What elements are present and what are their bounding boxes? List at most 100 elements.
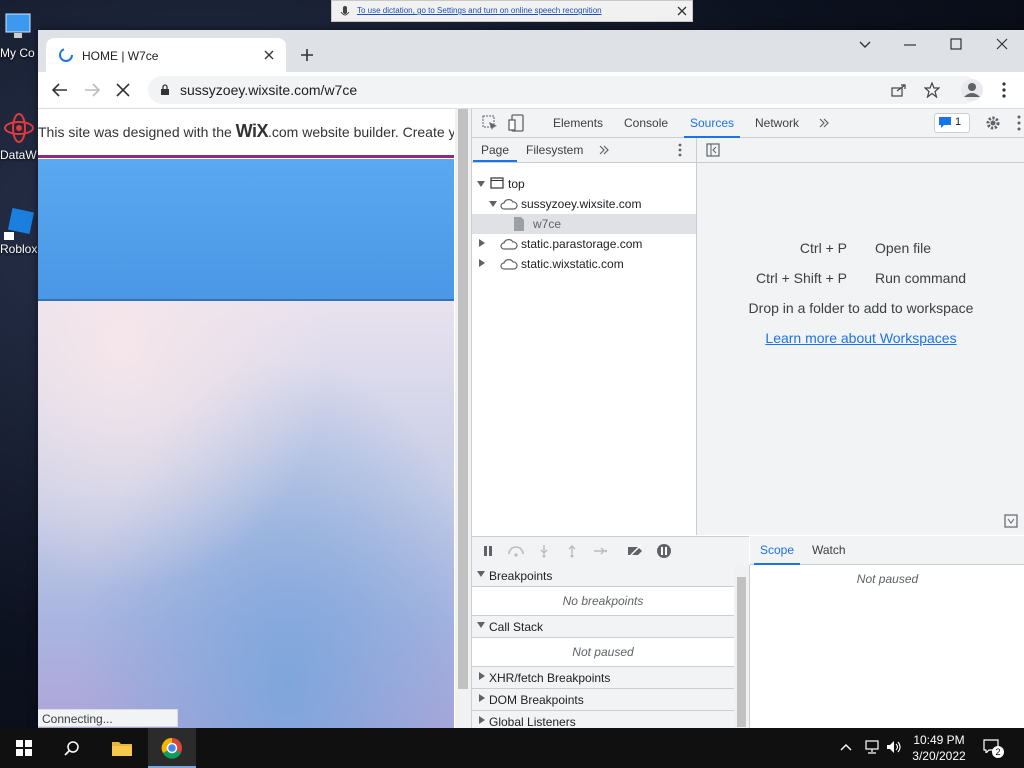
tab-scope[interactable]: Scope xyxy=(753,543,801,565)
network-icon[interactable] xyxy=(864,740,880,754)
tree-item-domain[interactable]: sussyzoey.wixsite.com xyxy=(472,194,696,214)
back-icon[interactable] xyxy=(52,83,68,97)
expand-arrow-icon[interactable] xyxy=(477,181,485,187)
pause-icon[interactable] xyxy=(482,545,494,557)
sources-navigator: Page Filesystem top sussyzoey.wixsite.co… xyxy=(472,138,697,535)
tree-label: top xyxy=(508,177,525,191)
tree-item-top[interactable]: top xyxy=(472,174,696,194)
scrollbar-thumb[interactable] xyxy=(737,577,746,727)
tree-item-domain[interactable]: static.parastorage.com xyxy=(472,234,696,254)
toggle-navigator-icon[interactable] xyxy=(706,143,720,157)
background-image xyxy=(38,301,454,728)
bookmark-star-icon[interactable] xyxy=(924,82,940,98)
empty-text: Not paused xyxy=(572,645,634,659)
microphone-icon xyxy=(340,6,350,16)
tree-label: sussyzoey.wixsite.com xyxy=(521,197,642,211)
tree-item-file[interactable]: w7ce xyxy=(472,214,696,234)
issues-badge[interactable]: 1 xyxy=(934,113,970,133)
expand-arrow-icon xyxy=(477,571,485,577)
browser-tab[interactable]: HOME | W7ce xyxy=(46,38,286,72)
device-toolbar-icon[interactable] xyxy=(508,114,524,132)
gear-icon[interactable] xyxy=(985,115,1001,131)
address-bar[interactable]: sussyzoey.wixsite.com/w7ce xyxy=(148,76,978,104)
step-into-icon[interactable] xyxy=(539,544,549,558)
tab-watch[interactable]: Watch xyxy=(812,543,846,557)
system-clock[interactable]: 10:49 PM 3/20/2022 xyxy=(900,732,978,764)
page-scrollbar[interactable] xyxy=(455,109,471,728)
shortcut-action: Run command xyxy=(875,270,967,286)
tree-item-domain[interactable]: static.wixstatic.com xyxy=(472,254,696,274)
deactivate-breakpoints-icon[interactable] xyxy=(626,544,644,558)
devtools-tabbar: Elements Console Sources Network 1 xyxy=(472,109,1024,138)
close-icon[interactable] xyxy=(676,5,688,17)
tab-network[interactable]: Network xyxy=(755,116,799,130)
action-center-button[interactable]: 2 xyxy=(980,736,1006,760)
more-tabs-icon[interactable] xyxy=(819,118,829,128)
forward-icon[interactable] xyxy=(84,83,100,97)
tab-console[interactable]: Console xyxy=(624,116,668,130)
tab-elements[interactable]: Elements xyxy=(553,116,603,130)
chrome-taskbar-button[interactable] xyxy=(148,728,196,768)
frame-icon xyxy=(490,177,504,189)
close-tab-icon[interactable] xyxy=(264,50,274,60)
sidebar-scrollbar[interactable] xyxy=(734,565,749,728)
browser-window: HOME | W7ce sussyzoey.wixsite.com/w7ce T… xyxy=(38,30,1024,728)
clock-date: 3/20/2022 xyxy=(912,749,966,763)
step-out-icon[interactable] xyxy=(567,544,577,558)
section-title: XHR/fetch Breakpoints xyxy=(489,671,611,685)
lock-icon xyxy=(161,84,169,95)
chevron-down-icon[interactable] xyxy=(858,40,872,50)
learn-workspaces-link[interactable]: Learn more about Workspaces xyxy=(765,330,956,346)
expand-arrow-icon[interactable] xyxy=(489,201,497,207)
issues-count: 1 xyxy=(955,116,962,128)
close-window-icon[interactable] xyxy=(996,38,1008,50)
minimize-icon[interactable] xyxy=(904,43,916,47)
tab-sources[interactable]: Sources xyxy=(683,116,741,138)
step-icon[interactable] xyxy=(593,545,607,557)
more-menu-icon[interactable] xyxy=(1001,82,1007,98)
search-icon xyxy=(64,741,79,756)
section-call-stack[interactable]: Call Stack xyxy=(472,616,734,638)
status-text: Connecting... xyxy=(42,712,113,726)
section-breakpoints[interactable]: Breakpoints xyxy=(472,565,734,587)
start-button[interactable] xyxy=(0,728,48,768)
tree-label: static.wixstatic.com xyxy=(521,257,624,271)
share-icon[interactable] xyxy=(891,83,907,97)
pause-on-exceptions-icon[interactable] xyxy=(656,543,672,559)
wix-ad-banner[interactable]: This site was designed with the WiX.com … xyxy=(38,109,454,155)
devtools-menu-icon[interactable] xyxy=(1017,115,1021,131)
section-xhr-breakpoints[interactable]: XHR/fetch Breakpoints xyxy=(472,667,734,689)
navigator-menu-icon[interactable] xyxy=(678,143,682,157)
stop-loading-icon[interactable] xyxy=(116,83,130,97)
toggle-debugger-icon[interactable] xyxy=(1004,514,1018,528)
profile-avatar-icon[interactable] xyxy=(960,78,984,102)
search-button[interactable] xyxy=(48,728,96,768)
scope-status: Not paused xyxy=(856,572,919,586)
section-global-listeners[interactable]: Global Listeners xyxy=(472,711,734,728)
desktop-icon-dataw[interactable]: DataW xyxy=(0,112,38,162)
inspect-element-icon[interactable] xyxy=(482,115,498,131)
step-over-icon[interactable] xyxy=(507,545,525,557)
web-page-viewport[interactable]: This site was designed with the WiX.com … xyxy=(38,109,454,728)
notification-link[interactable]: To use dictation, go to Settings and tur… xyxy=(357,6,602,15)
section-dom-breakpoints[interactable]: DOM Breakpoints xyxy=(472,689,734,711)
collapse-arrow-icon[interactable] xyxy=(479,239,485,247)
cloud-icon xyxy=(500,239,518,250)
roblox-icon xyxy=(2,206,36,240)
tab-filesystem[interactable]: Filesystem xyxy=(526,143,583,157)
shortcut-keys: Ctrl + P xyxy=(799,240,847,256)
maximize-icon[interactable] xyxy=(950,38,962,50)
tab-page[interactable]: Page xyxy=(472,143,518,162)
section-title: Global Listeners xyxy=(489,715,576,728)
hero-section xyxy=(38,159,454,301)
desktop-icon-roblox[interactable]: Roblox xyxy=(0,206,38,256)
desktop-icon-my-computer[interactable]: My Co xyxy=(0,10,38,60)
scrollbar-thumb[interactable] xyxy=(458,109,468,689)
collapse-arrow-icon[interactable] xyxy=(479,259,485,267)
chevron-up-icon[interactable] xyxy=(840,742,852,752)
workspace-drop-text: Drop in a folder to add to workspace xyxy=(748,300,974,316)
banner-divider xyxy=(38,155,454,158)
file-explorer-button[interactable] xyxy=(98,728,146,768)
new-tab-icon[interactable] xyxy=(300,48,314,62)
more-tabs-icon[interactable] xyxy=(599,145,609,155)
